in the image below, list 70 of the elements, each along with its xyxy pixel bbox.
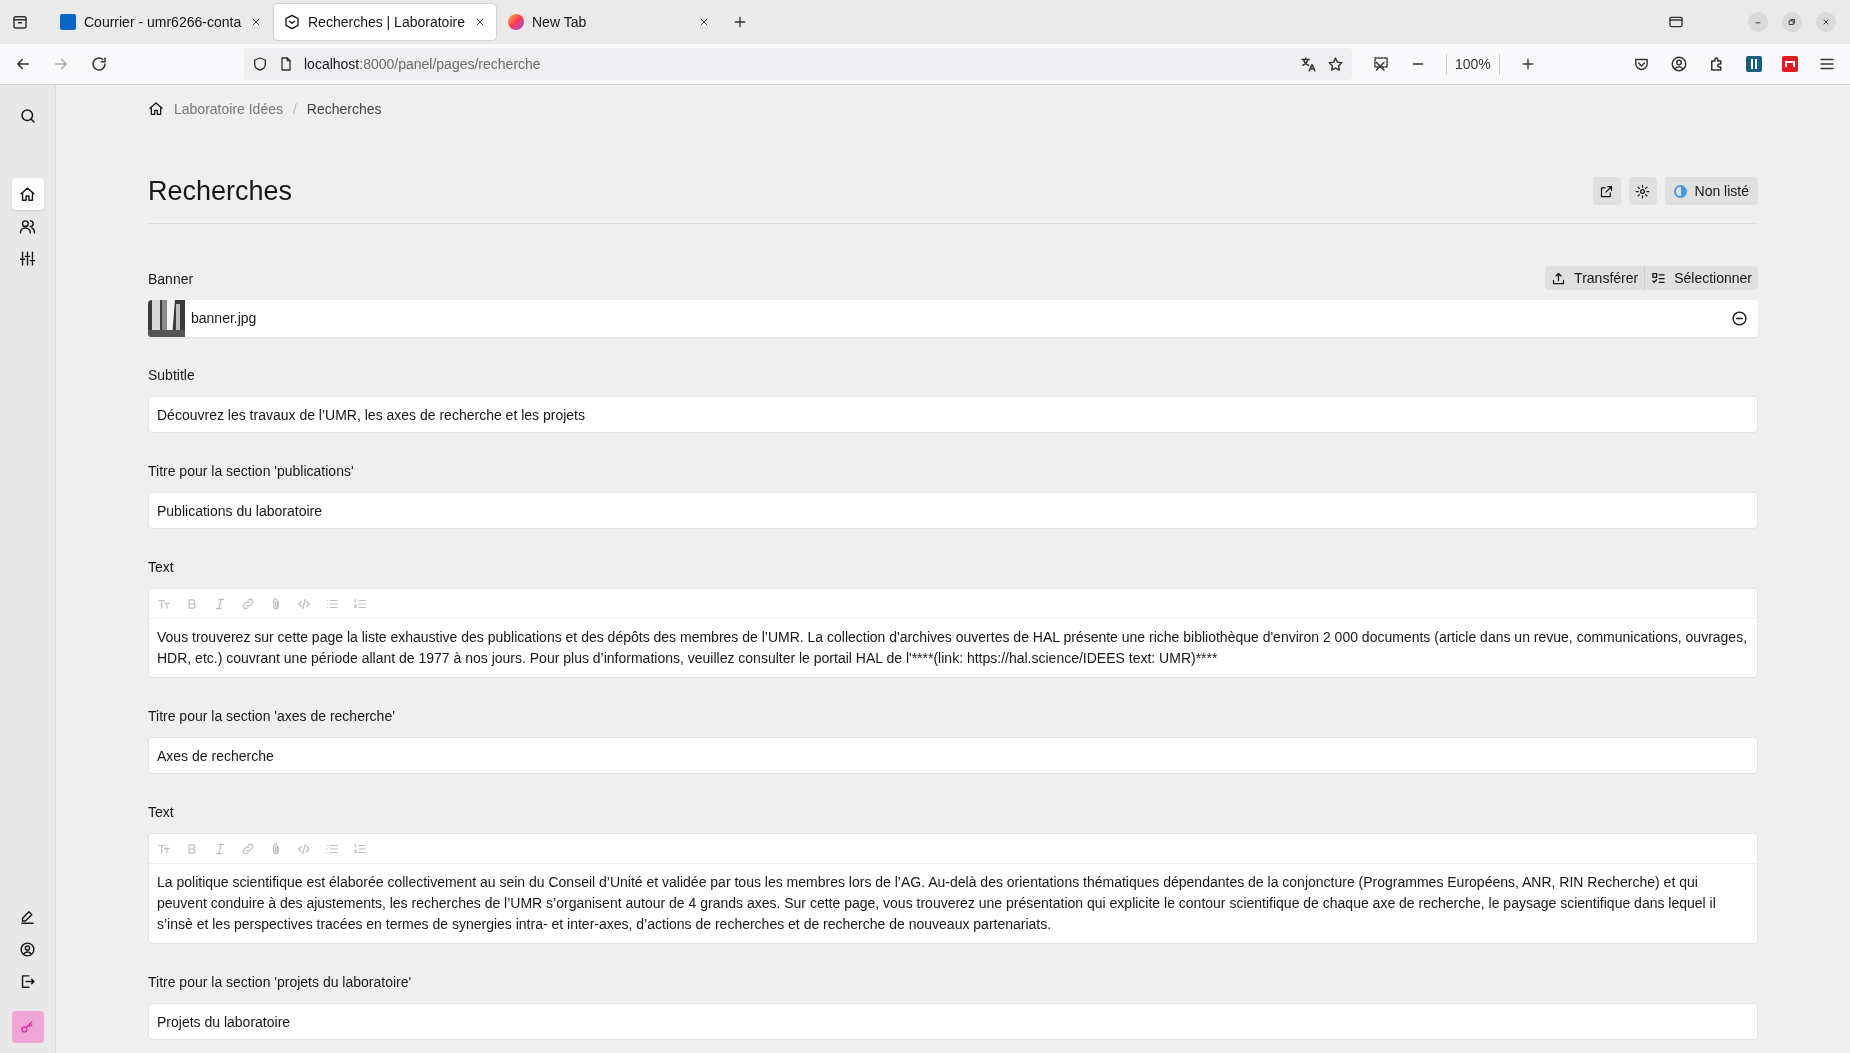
- license-button[interactable]: [11, 1011, 44, 1043]
- text-field[interactable]: Publications du laboratoire: [148, 492, 1758, 529]
- restore-button[interactable]: [1782, 12, 1802, 32]
- text-field[interactable]: Projets du laboratoire: [148, 1003, 1758, 1040]
- search-icon: [18, 107, 37, 125]
- page-icon: [278, 56, 294, 72]
- breadcrumb-separator: /: [292, 99, 297, 119]
- screenshot-icon[interactable]: [1372, 55, 1390, 73]
- field-label: Text: [148, 803, 174, 822]
- users-icon: [19, 217, 36, 235]
- tab-title: Courrier - umr6266-conta: [84, 12, 242, 32]
- user-icon: [19, 940, 36, 958]
- address-bar[interactable]: localhost:8000/panel/pages/recherche: [244, 48, 1352, 80]
- text-editor[interactable]: [148, 833, 1758, 944]
- tab-title: New Tab: [532, 12, 588, 32]
- close-icon: [1821, 17, 1831, 27]
- field-label: Titre pour la section 'axes de recherche': [148, 707, 395, 726]
- external-link-icon: [1599, 183, 1615, 199]
- nav-button[interactable]: [11, 178, 44, 210]
- reload-icon[interactable]: [90, 55, 108, 73]
- account-icon[interactable]: [1670, 55, 1688, 73]
- logout-icon: [19, 972, 36, 990]
- home-icon[interactable]: [148, 101, 164, 117]
- browser-tab[interactable]: Recherches | Laboratoire: [274, 4, 496, 40]
- upload-button[interactable]: Transférer: [1545, 266, 1645, 290]
- text-field[interactable]: Axes de recherche: [148, 737, 1758, 774]
- tab-title: Recherches | Laboratoire: [308, 12, 466, 32]
- upload-icon: [1551, 270, 1567, 286]
- close-icon[interactable]: [474, 16, 486, 28]
- file-item[interactable]: banner.jpg: [148, 300, 1758, 337]
- page-title: Recherches: [148, 175, 293, 208]
- editor-text: Vous trouverez sur cette page la liste exhaustive des publications et des dépôts des membres de l’UMR. La collection d'archives ouvertes de HAL présente une riche bibliothèque d'environ 2 000 documents (article dans un revue, communications, ouvrages, HDR, etc.) couvrant une période allant de 1977 à nos jours. Pour plus d’informations, veuillez consulter le portail HAL de l'****(link: https://hal.science/IDEES text: UMR)****: [156, 628, 1749, 668]
- window-icon[interactable]: [1668, 14, 1684, 30]
- pencil-icon: [19, 908, 36, 926]
- open-button[interactable]: [1592, 177, 1621, 205]
- field-label: Text: [148, 558, 174, 577]
- settings-button[interactable]: [1628, 177, 1657, 205]
- new-tab-icon[interactable]: [732, 14, 748, 30]
- zoom-level[interactable]: 100%: [1446, 53, 1500, 75]
- field-label: Titre pour la section 'projets du laboratoire': [148, 973, 412, 992]
- extension-icon[interactable]: [1746, 56, 1762, 72]
- breadcrumb-link[interactable]: Recherches: [306, 98, 382, 120]
- browser-tab[interactable]: New Tab: [498, 4, 720, 40]
- browser-logo-icon: [508, 14, 524, 30]
- field-label: Subtitle: [148, 366, 195, 385]
- star-icon[interactable]: [1327, 55, 1344, 73]
- file-name: banner.jpg: [191, 309, 258, 328]
- text-field[interactable]: Découvrez les travaux de l’UMR, les axes de recherche et les projets: [148, 396, 1758, 433]
- browser-tab[interactable]: Courrier - umr6266-conta: [50, 4, 272, 40]
- home-icon: [19, 185, 36, 203]
- close-icon[interactable]: [250, 16, 262, 28]
- editor-text: La politique scientifique est élaborée collectivement au sein du Conseil d’Unité et validée par tous les membres lors de l’AG. Au-delà des orientations thématiques dépendantes de la conjoncture (Programmes Européens, ANR, RIN Recherche) et qui peuvent conduire à des ajustements, les recherches de l’UMR s’organisent autour de 4 grands axes. Sur cette page, vous trouverez une présentation qui explicite le contour scientifique de chaque axe de recherche, le paysage scientifique dans lequel il s’insè et les perspectives tracées en termes de synergies intra- et inter-axes, d’actions de recherches et de recherche de nouveaux partenariats.: [156, 873, 1717, 934]
- text-editor[interactable]: [148, 588, 1758, 678]
- restore-icon: [1787, 17, 1797, 27]
- breadcrumb-link[interactable]: Laboratoire Idées: [174, 98, 283, 120]
- translate-icon[interactable]: [1300, 55, 1317, 73]
- shield-icon: [252, 56, 268, 72]
- sliders-icon: [19, 249, 36, 267]
- tab-list-icon[interactable]: [11, 13, 29, 31]
- url-text: localhost:8000/panel/pages/recherche: [304, 54, 541, 74]
- field-label: Banner: [148, 270, 194, 289]
- select-button[interactable]: Sélectionner: [1644, 266, 1758, 290]
- key-icon: [20, 1019, 35, 1035]
- hexagon-icon: [284, 14, 300, 30]
- checklist-icon: [1651, 270, 1667, 286]
- extension-icon[interactable]: [1782, 56, 1798, 72]
- status-button[interactable]: Non listé: [1664, 177, 1758, 205]
- close-icon[interactable]: [698, 16, 710, 28]
- remove-icon[interactable]: [1731, 310, 1748, 327]
- field-label: Titre pour la section 'publications': [148, 462, 354, 481]
